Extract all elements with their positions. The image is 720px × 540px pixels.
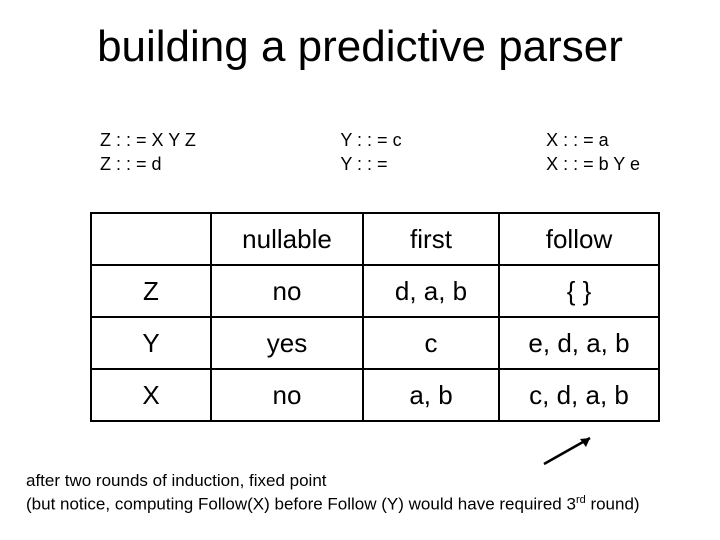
table-row: X no a, b c, d, a, b	[91, 369, 659, 421]
grammar-x-line2: X : : = b Y e	[546, 154, 640, 174]
cell-nullable: no	[211, 265, 363, 317]
table-row: Y yes c e, d, a, b	[91, 317, 659, 369]
slide: building a predictive parser Z : : = X Y…	[0, 0, 720, 540]
header-nullable: nullable	[211, 213, 363, 265]
cell-first: d, a, b	[363, 265, 499, 317]
footnote: after two rounds of induction, fixed poi…	[26, 470, 640, 517]
slide-title: building a predictive parser	[0, 22, 720, 72]
grammar-z-line1: Z : : = X Y Z	[100, 130, 196, 150]
arrow-icon	[540, 432, 600, 468]
grammar-col-x: X : : = a X : : = b Y e	[546, 128, 640, 177]
grammar-x-line1: X : : = a	[546, 130, 609, 150]
grammar-y-line2: Y : : =	[340, 154, 387, 174]
grammar-y-line1: Y : : = c	[340, 130, 401, 150]
cell-symbol: Y	[91, 317, 211, 369]
cell-symbol: X	[91, 369, 211, 421]
grammar-z-line2: Z : : = d	[100, 154, 162, 174]
cell-first: c	[363, 317, 499, 369]
cell-nullable: yes	[211, 317, 363, 369]
grammar-col-z: Z : : = X Y Z Z : : = d	[100, 128, 196, 177]
header-empty	[91, 213, 211, 265]
cell-follow: c, d, a, b	[499, 369, 659, 421]
cell-follow: e, d, a, b	[499, 317, 659, 369]
note-superscript: rd	[576, 494, 586, 506]
header-follow: follow	[499, 213, 659, 265]
note-line2b: round)	[586, 495, 640, 514]
table-header-row: nullable first follow	[91, 213, 659, 265]
grammar-col-y: Y : : = c Y : : =	[340, 128, 401, 177]
cell-first: a, b	[363, 369, 499, 421]
cell-symbol: Z	[91, 265, 211, 317]
nullable-first-follow-table: nullable first follow Z no d, a, b { } Y…	[90, 212, 660, 422]
header-first: first	[363, 213, 499, 265]
table-row: Z no d, a, b { }	[91, 265, 659, 317]
cell-follow: { }	[499, 265, 659, 317]
cell-nullable: no	[211, 369, 363, 421]
grammar-block: Z : : = X Y Z Z : : = d Y : : = c Y : : …	[100, 128, 640, 177]
note-line1: after two rounds of induction, fixed poi…	[26, 471, 327, 490]
note-line2a: (but notice, computing Follow(X) before …	[26, 495, 576, 514]
